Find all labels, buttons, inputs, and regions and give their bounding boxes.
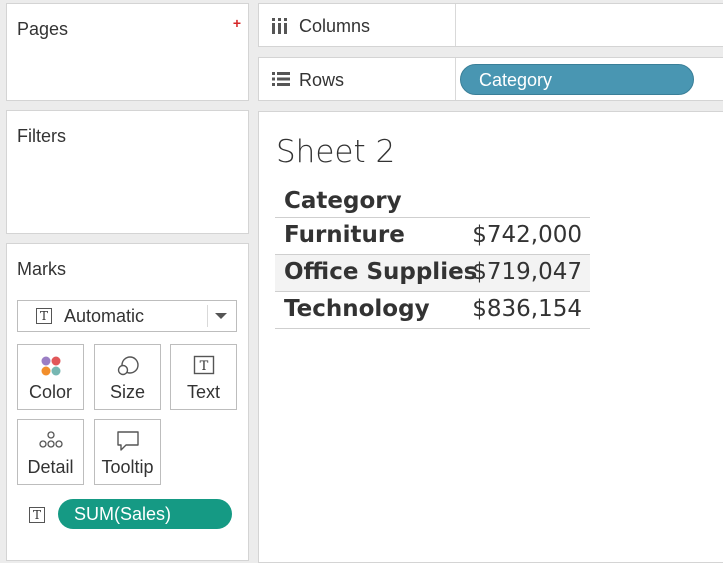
mark-type-label: Automatic: [64, 306, 145, 326]
dropdown-divider: [207, 305, 208, 327]
color-dots-icon: [40, 355, 62, 382]
text-table: Category Furniture $742,000 Office Suppl…: [275, 184, 590, 329]
color-button[interactable]: Color: [17, 344, 84, 410]
color-label: Color: [28, 382, 72, 402]
row-value: $719,047: [472, 259, 582, 285]
table-row[interactable]: Office Supplies $719,047: [275, 255, 590, 292]
text-encoding-row: T SUM(Sales): [21, 499, 236, 531]
size-button[interactable]: Size: [94, 344, 161, 410]
tooltip-bubble-icon: [116, 430, 140, 457]
tooltip-label: Tooltip: [101, 457, 154, 477]
shelf-divider: [455, 58, 456, 100]
text-mark-icon: T: [36, 308, 52, 324]
shelf-divider: [455, 4, 456, 46]
sum-sales-pill[interactable]: SUM(Sales): [58, 499, 232, 529]
rows-icon: [271, 71, 291, 92]
sheet-title[interactable]: Sheet 2: [276, 134, 395, 170]
tooltip-button[interactable]: Tooltip: [94, 419, 161, 485]
detail-label: Detail: [27, 457, 74, 477]
table-header-category[interactable]: Category: [284, 188, 402, 214]
marks-title: Marks: [17, 259, 66, 279]
row-value: $742,000: [472, 222, 582, 248]
size-label: Size: [109, 382, 145, 402]
detail-dots-icon: [38, 430, 64, 455]
row-category: Technology: [284, 296, 430, 322]
table-header-row: Category: [275, 184, 590, 218]
filters-card[interactable]: Filters: [6, 110, 249, 234]
text-label: Text: [186, 382, 220, 402]
text-mark-icon: T: [193, 355, 215, 380]
rows-shelf[interactable]: Rows Category: [258, 57, 723, 101]
row-category: Office Supplies: [284, 259, 478, 285]
dropdown-caret-icon[interactable]: [215, 313, 227, 319]
marks-card: Marks T Automatic Color Size T Text Deta…: [6, 243, 249, 561]
detail-button[interactable]: Detail: [17, 419, 84, 485]
size-circles-icon: [116, 355, 140, 382]
table-row[interactable]: Furniture $742,000: [275, 218, 590, 255]
row-value: $836,154: [472, 296, 582, 322]
text-mark-icon: T: [29, 507, 45, 523]
columns-icon: [271, 17, 289, 40]
sheet-view: Sheet 2 Category Furniture $742,000 Offi…: [258, 111, 723, 563]
columns-label: Columns: [299, 16, 371, 36]
svg-text:T: T: [199, 359, 208, 374]
mark-type-dropdown[interactable]: T Automatic: [17, 300, 237, 332]
columns-shelf[interactable]: Columns: [258, 3, 723, 47]
table-row[interactable]: Technology $836,154: [275, 292, 590, 329]
row-category: Furniture: [284, 222, 405, 248]
plus-icon[interactable]: +: [233, 15, 241, 31]
text-button[interactable]: T Text: [170, 344, 237, 410]
pages-card[interactable]: Pages +: [6, 3, 249, 101]
rows-label: Rows: [299, 70, 345, 90]
filters-title: Filters: [17, 126, 66, 146]
category-pill[interactable]: Category: [460, 64, 694, 95]
pages-title: Pages: [17, 19, 69, 39]
